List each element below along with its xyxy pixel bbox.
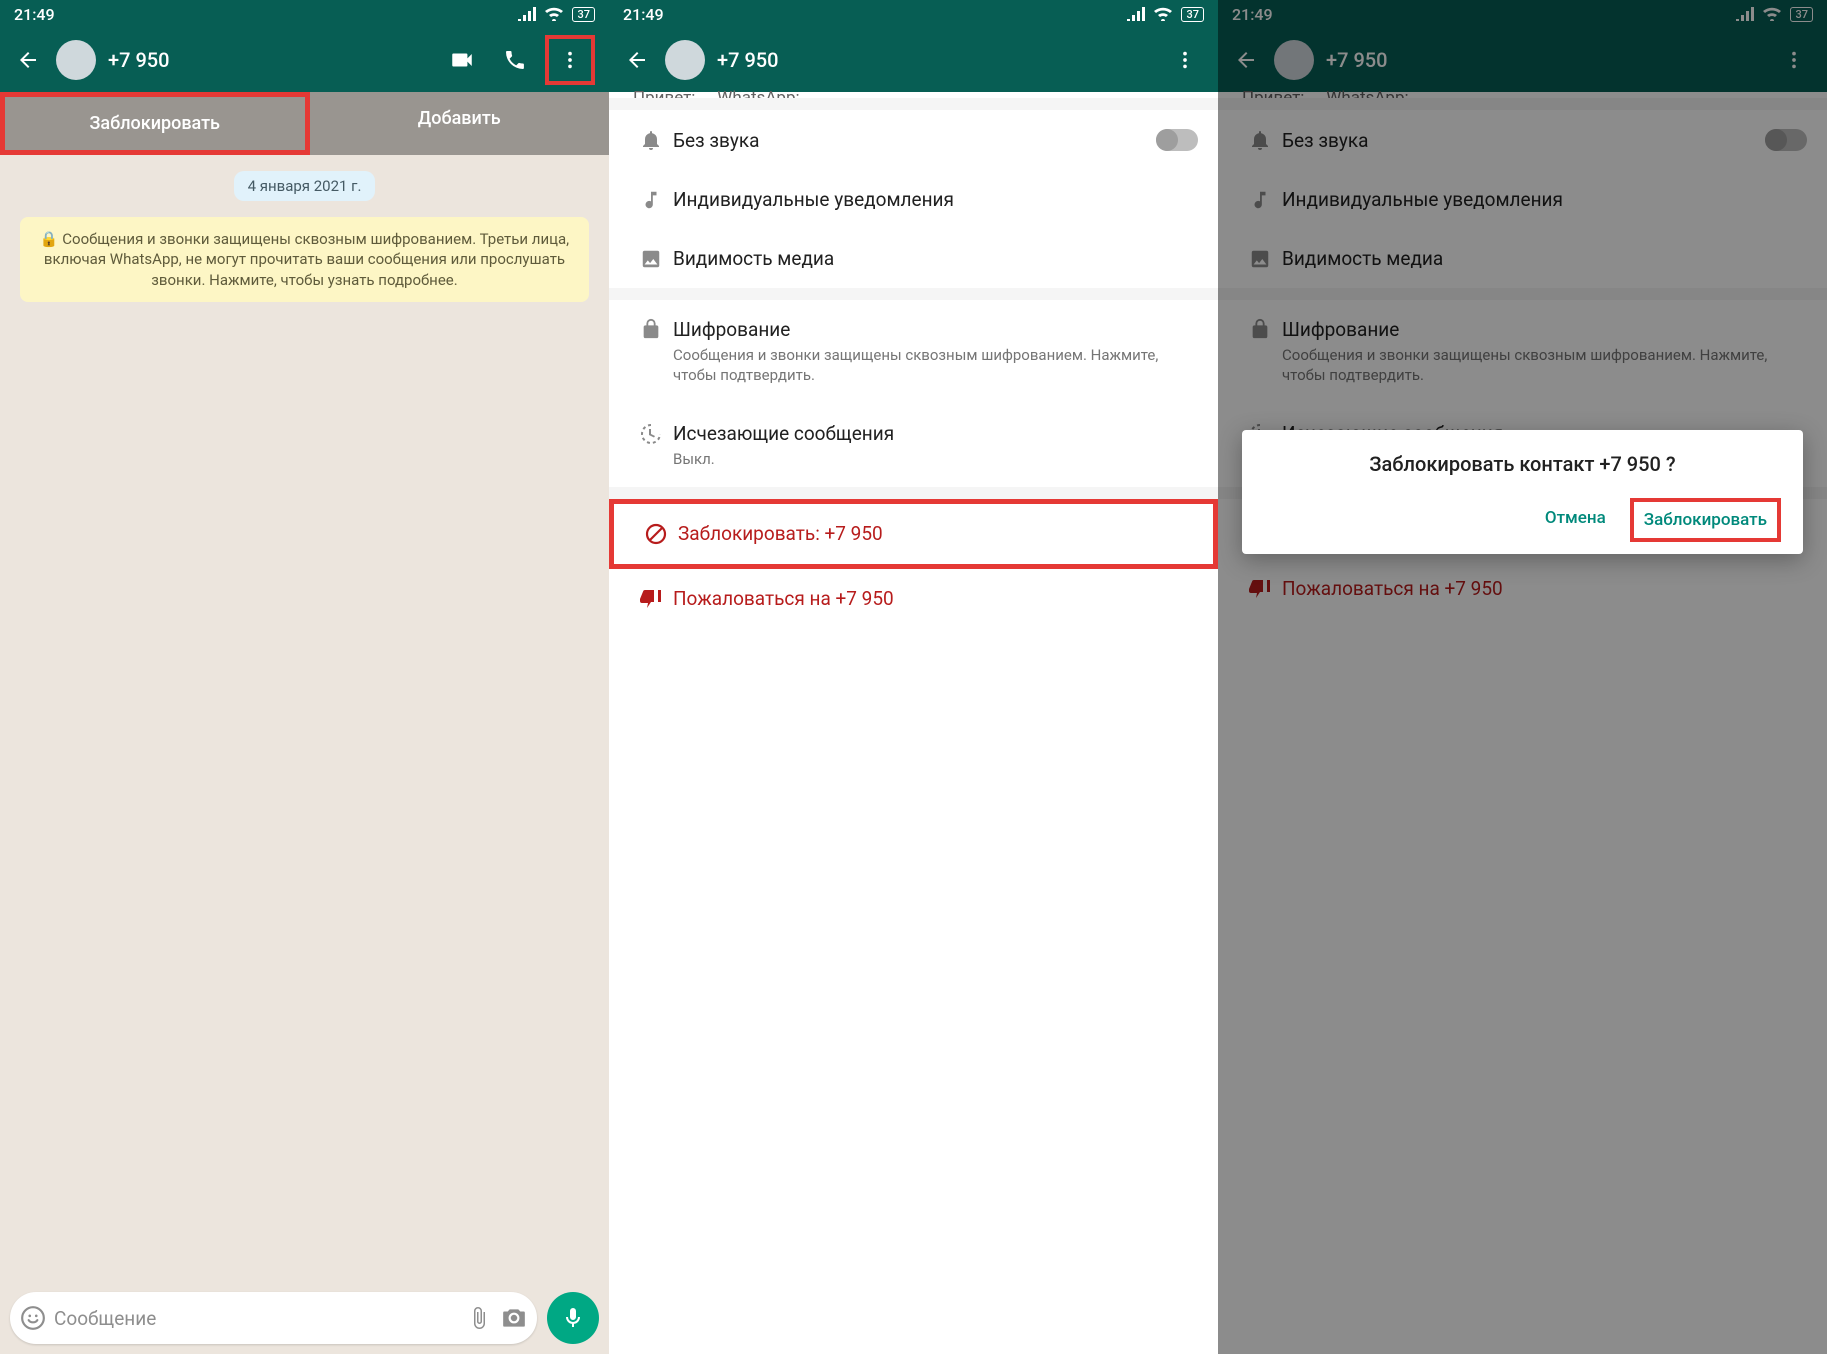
back-button[interactable]	[617, 40, 657, 80]
mic-icon	[561, 1306, 585, 1330]
status-bar: 21:49 37	[0, 0, 609, 28]
video-icon	[449, 47, 475, 73]
media-visibility-row[interactable]: Видимость медиа	[609, 229, 1218, 288]
screen-block-dialog: 21:49 37 +7 950 Привет: ... WhatsApp: Бе…	[1218, 0, 1827, 1354]
image-icon	[640, 248, 662, 270]
obscured-text: Привет: ... WhatsApp:	[609, 88, 1218, 98]
wifi-icon	[1153, 7, 1173, 21]
attach-icon[interactable]	[467, 1306, 491, 1330]
block-icon	[644, 522, 668, 546]
wifi-icon	[544, 7, 564, 21]
encryption-info[interactable]: 🔒 Сообщения и звонки защищены сквозным ш…	[20, 217, 589, 302]
block-label: Заблокировать: +7 950	[678, 522, 1193, 545]
message-placeholder: Сообщение	[54, 1307, 467, 1330]
thumb-down-icon	[639, 587, 663, 611]
back-button[interactable]	[8, 40, 48, 80]
encryption-label: Шифрование	[673, 318, 1198, 341]
contact-title[interactable]: +7 950	[717, 48, 1164, 72]
report-row[interactable]: Пожаловаться на +7 950	[609, 569, 1218, 629]
mute-switch[interactable]	[1156, 129, 1198, 151]
disappearing-label: Исчезающие сообщения	[673, 422, 1198, 445]
status-indicators: 37	[518, 7, 595, 22]
action-bar: Заблокировать Добавить	[0, 92, 609, 155]
media-visibility-label: Видимость медиа	[673, 247, 1198, 270]
battery-icon: 37	[1181, 7, 1204, 22]
camera-icon[interactable]	[501, 1305, 527, 1331]
more-button[interactable]	[1164, 39, 1206, 81]
more-vert-icon	[559, 49, 581, 71]
timer-icon	[639, 422, 663, 446]
block-action[interactable]: Заблокировать	[0, 92, 310, 155]
custom-notif-label: Индивидуальные уведомления	[673, 188, 1198, 211]
encryption-row[interactable]: Шифрование Сообщения и звонки защищены с…	[609, 300, 1218, 404]
message-input[interactable]: Сообщение	[10, 1292, 537, 1344]
appbar: +7 950	[609, 28, 1218, 92]
add-label: Добавить	[418, 108, 501, 129]
signal-icon	[518, 7, 536, 21]
arrow-left-icon	[625, 48, 649, 72]
battery-icon: 37	[572, 7, 595, 22]
dialog-title: Заблокировать контакт +7 950 ?	[1264, 452, 1781, 476]
more-button[interactable]	[545, 35, 595, 85]
cancel-button[interactable]: Отмена	[1535, 498, 1616, 542]
bell-icon	[639, 128, 663, 152]
confirm-block-button[interactable]: Заблокировать	[1630, 498, 1781, 542]
note-icon	[640, 189, 662, 211]
screen-contact-info: 21:49 37 +7 950 Привет: ... WhatsApp: Бе…	[609, 0, 1218, 1354]
lock-icon	[640, 318, 662, 340]
block-row[interactable]: Заблокировать: +7 950	[609, 499, 1218, 569]
mute-label: Без звука	[673, 129, 1156, 152]
more-vert-icon	[1174, 49, 1196, 71]
mute-row[interactable]: Без звука	[609, 110, 1218, 170]
report-label: Пожаловаться на +7 950	[673, 587, 1198, 610]
block-label: Заблокировать	[90, 113, 220, 134]
status-bar: 21:49 37	[609, 0, 1218, 28]
custom-notif-row[interactable]: Индивидуальные уведомления	[609, 170, 1218, 229]
block-dialog: Заблокировать контакт +7 950 ? Отмена За…	[1242, 430, 1803, 554]
mic-button[interactable]	[547, 1292, 599, 1344]
emoji-icon[interactable]	[20, 1305, 46, 1331]
compose-bar: Сообщение	[10, 1292, 599, 1344]
appbar: +7 950	[0, 28, 609, 92]
avatar[interactable]	[56, 40, 96, 80]
phone-icon	[503, 48, 527, 72]
contact-title[interactable]: +7 950	[108, 48, 439, 72]
encryption-sub: Сообщения и звонки защищены сквозным шиф…	[673, 345, 1198, 386]
date-chip: 4 января 2021 г.	[234, 171, 376, 201]
status-indicators: 37	[1127, 7, 1204, 22]
screen-chat: 21:49 37 +7 950 Заблокировать	[0, 0, 609, 1354]
disappearing-row[interactable]: Исчезающие сообщения Выкл.	[609, 404, 1218, 487]
signal-icon	[1127, 7, 1145, 21]
modal-scrim[interactable]	[1218, 0, 1827, 1354]
status-time: 21:49	[623, 5, 664, 24]
avatar[interactable]	[665, 40, 705, 80]
disappearing-sub: Выкл.	[673, 449, 1198, 469]
voice-call-button[interactable]	[493, 38, 537, 82]
arrow-left-icon	[16, 48, 40, 72]
status-time: 21:49	[14, 5, 55, 24]
add-action[interactable]: Добавить	[310, 92, 610, 155]
video-call-button[interactable]	[439, 37, 485, 83]
